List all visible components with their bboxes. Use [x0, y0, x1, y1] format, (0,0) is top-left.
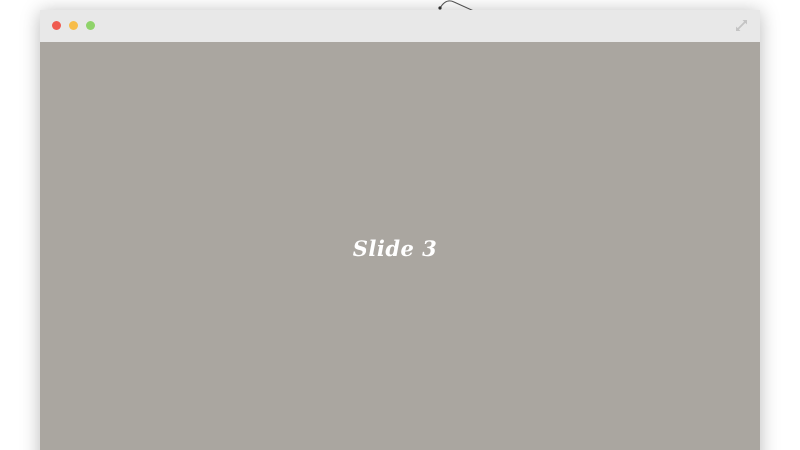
page: Slide 3	[0, 0, 800, 450]
zoom-window-button[interactable]	[86, 21, 95, 30]
browser-window: Slide 3	[40, 10, 760, 450]
slide-title: Slide 3	[352, 236, 438, 261]
fullscreen-icon[interactable]	[735, 19, 748, 32]
window-titlebar	[40, 10, 760, 42]
minimize-window-button[interactable]	[69, 21, 78, 30]
close-window-button[interactable]	[52, 21, 61, 30]
slide-area: Slide 3	[40, 42, 760, 450]
